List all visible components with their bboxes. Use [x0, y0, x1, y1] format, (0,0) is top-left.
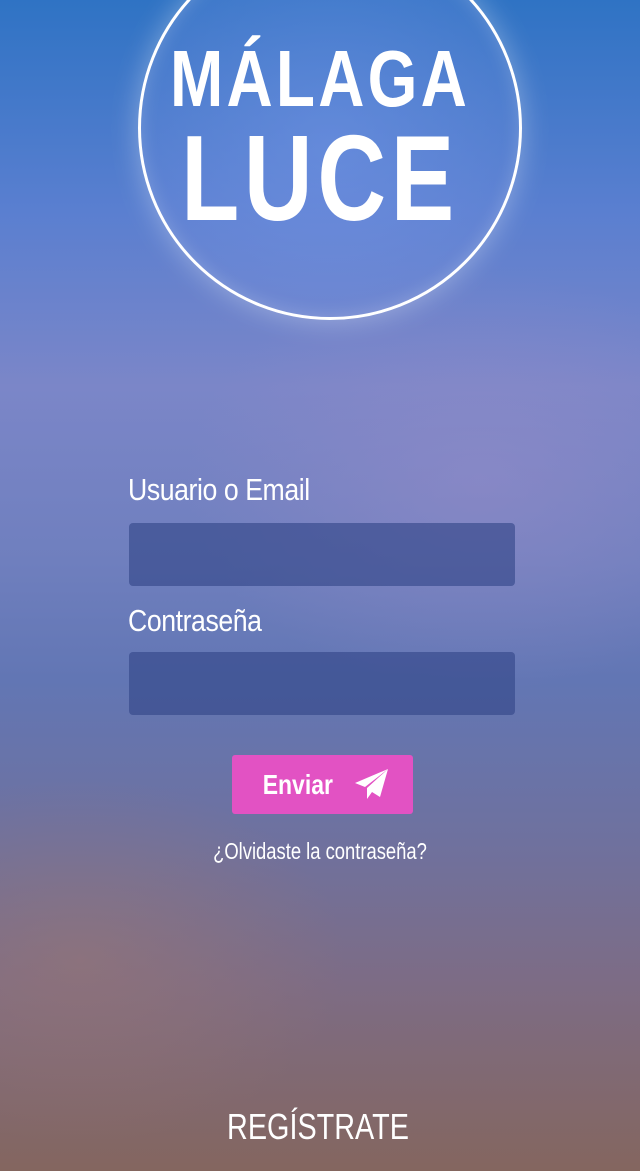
- username-input[interactable]: [129, 523, 515, 586]
- paper-plane-icon: [354, 768, 390, 802]
- password-label: Contraseña: [128, 603, 262, 638]
- logo-text-luce: LUCE: [181, 110, 459, 246]
- submit-button[interactable]: Enviar: [232, 755, 413, 814]
- forgot-password-link[interactable]: ¿Olvidaste la contraseña?: [64, 838, 576, 865]
- submit-button-label: Enviar: [262, 768, 333, 800]
- username-label: Usuario o Email: [128, 472, 310, 507]
- password-input[interactable]: [129, 652, 515, 715]
- register-link[interactable]: REGÍSTRATE: [64, 1106, 573, 1148]
